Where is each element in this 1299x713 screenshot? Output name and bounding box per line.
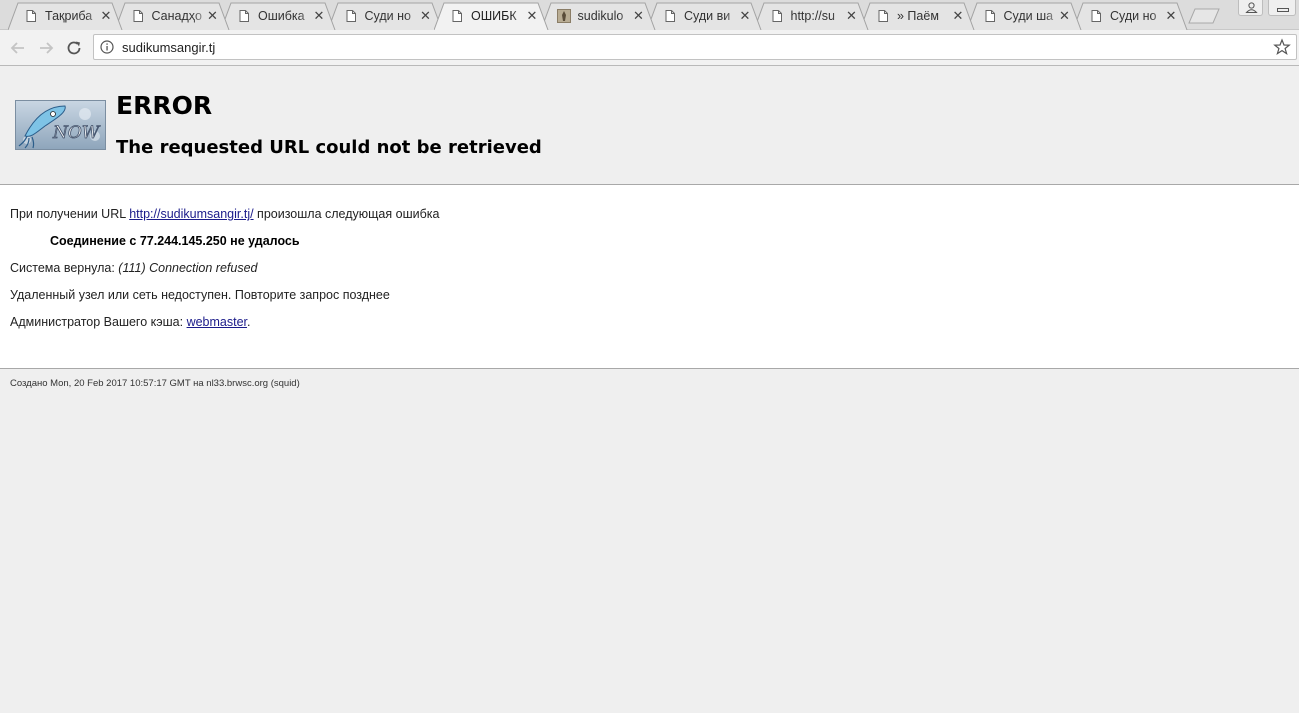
close-icon[interactable]: ✕: [738, 9, 752, 23]
page-footer: Создано Mon, 20 Feb 2017 10:57:17 GMT на…: [10, 378, 300, 389]
tab-title: Суди но: [364, 9, 411, 23]
tab-3[interactable]: Ошибка ✕: [221, 2, 341, 30]
url-prefix: При получении URL: [10, 207, 130, 221]
address-text[interactable]: sudikumsangir.tj: [122, 40, 215, 55]
page-icon: [131, 9, 145, 23]
star-icon[interactable]: [1273, 38, 1291, 56]
close-icon[interactable]: ✕: [632, 9, 646, 23]
arrow-left-icon: [10, 42, 24, 54]
tab-strip: Тақриба ✕ Санадҳо ✕ Ошибка ✕ Суди но ✕ ОШИБК ✕ sud…: [0, 0, 1299, 30]
webmaster-link[interactable]: webmaster: [187, 315, 247, 329]
admin-suffix: .: [247, 315, 251, 329]
tab-1[interactable]: Тақриба ✕: [8, 2, 128, 30]
unreachable-line: Удаленный узел или сеть недоступен. Повт…: [10, 288, 390, 302]
forward-button[interactable]: [35, 37, 57, 59]
tab-title: Ошибка: [258, 9, 305, 23]
minimize-icon: [1277, 8, 1289, 12]
page-icon: [344, 9, 358, 23]
reload-button[interactable]: [63, 37, 85, 59]
close-icon[interactable]: ✕: [845, 9, 859, 23]
minimize-button[interactable]: [1268, 0, 1296, 16]
page-icon: [450, 9, 464, 23]
tab-title: Тақриба: [45, 9, 93, 23]
tab-11[interactable]: Суди но ✕: [1073, 2, 1193, 30]
tab-7[interactable]: Суди ви ✕: [647, 2, 767, 30]
page-icon: [663, 9, 677, 23]
url-line: При получении URL http://sudikumsangir.t…: [10, 207, 439, 221]
requested-url-link[interactable]: http://sudikumsangir.tj/: [129, 207, 253, 221]
url-suffix: произошла следующая ошибка: [253, 207, 440, 221]
tab-10[interactable]: Суди ша ✕: [966, 2, 1087, 30]
tab-6[interactable]: sudikulo ✕: [540, 2, 661, 30]
tab-title: Суди ша: [1003, 9, 1054, 23]
error-detail: Соединение с 77.244.145.250 не удалось: [50, 234, 300, 248]
system-value: (111) Connection refused: [118, 261, 258, 275]
address-bar[interactable]: sudikumsangir.tj: [93, 34, 1297, 60]
close-icon[interactable]: ✕: [1058, 9, 1072, 23]
page-subtitle: The requested URL could not be retrieved: [116, 137, 542, 158]
system-prefix: Система вернула:: [10, 261, 119, 275]
tab-8[interactable]: http://su ✕: [753, 2, 874, 30]
close-icon[interactable]: ✕: [419, 9, 433, 23]
page-icon: [24, 9, 38, 23]
tab-title: sudikulo: [577, 9, 624, 23]
page-icon: [1089, 9, 1103, 23]
svg-text:NOW: NOW: [52, 123, 101, 143]
error-header: NOW ERROR The requested URL could not be…: [0, 67, 1299, 185]
page-icon: [876, 9, 890, 23]
close-icon[interactable]: ✕: [312, 9, 326, 23]
page-icon: [983, 9, 997, 23]
page-icon: [237, 9, 251, 23]
squid-now-logo: NOW: [15, 100, 106, 150]
tab-title: Суди но: [1110, 9, 1157, 23]
admin-prefix: Администратор Вашего кэша:: [10, 315, 187, 329]
tab-title: Суди ви: [684, 9, 731, 23]
tab-title: ОШИБК: [471, 9, 517, 23]
close-icon[interactable]: ✕: [206, 9, 220, 23]
back-button[interactable]: [7, 37, 29, 59]
close-icon[interactable]: ✕: [951, 9, 965, 23]
tab-9[interactable]: » Паём ✕: [860, 2, 980, 30]
page-title: ERROR: [116, 91, 213, 120]
tab-5[interactable]: ОШИБК ✕: [434, 2, 554, 30]
page-icon: [770, 9, 784, 23]
system-line: Система вернула: (111) Connection refuse…: [10, 261, 258, 275]
tab-title: Санадҳо: [151, 9, 202, 23]
close-icon[interactable]: ✕: [525, 9, 539, 23]
close-icon[interactable]: ✕: [1164, 9, 1178, 23]
tab-2[interactable]: Санадҳо ✕: [114, 2, 235, 30]
arrow-right-icon: [40, 42, 54, 54]
error-content: При получении URL http://sudikumsangir.t…: [0, 185, 1299, 369]
info-icon[interactable]: [100, 40, 114, 54]
site-image-icon: [556, 9, 571, 23]
close-icon[interactable]: ✕: [99, 9, 113, 23]
admin-line: Администратор Вашего кэша: webmaster.: [10, 315, 251, 329]
tab-title: http://su: [790, 9, 835, 23]
profile-button[interactable]: [1238, 0, 1263, 16]
browser-chrome: Тақриба ✕ Санадҳо ✕ Ошибка ✕ Суди но ✕ ОШИБК ✕ sud…: [0, 0, 1299, 66]
tab-4[interactable]: Суди но ✕: [327, 2, 448, 30]
tab-title: » Паём: [897, 9, 939, 23]
error-page: NOW ERROR The requested URL could not be…: [0, 67, 1299, 713]
reload-icon: [67, 41, 81, 55]
person-icon: [1245, 2, 1258, 13]
